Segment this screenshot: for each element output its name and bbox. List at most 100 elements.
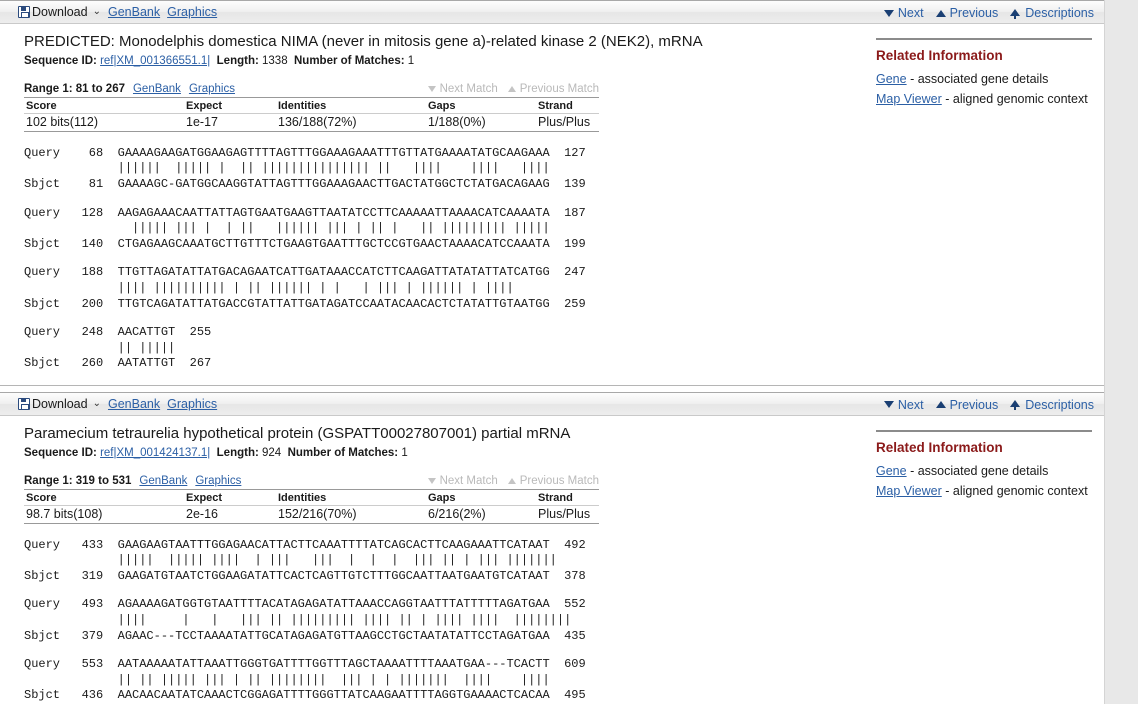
map-viewer-link-1[interactable]: Map Viewer bbox=[876, 92, 942, 106]
header-gaps: Gaps bbox=[426, 488, 536, 506]
alignment-2: Query 433 GAAGAAGTAATTTGGAGAACATTACTTCAA… bbox=[24, 538, 862, 704]
result-panel-2: Paramecium tetraurelia hypothetical prot… bbox=[0, 416, 1104, 704]
alignment-subject-row: Sbjct 436 AACAACAATATCAAACTCGGAGATTTTGGG… bbox=[24, 688, 586, 703]
header-strand: Strand bbox=[536, 96, 599, 114]
descriptions-label: Descriptions bbox=[1025, 397, 1094, 412]
toolbar-left-group-2: Download ⌄ GenBank Graphics bbox=[18, 397, 217, 411]
graphics-link-1[interactable]: Graphics bbox=[167, 5, 217, 19]
map-viewer-description-1: - aligned genomic context bbox=[945, 92, 1088, 106]
alignment-block: Query 493 AGAAAAGATGGTGTAATTTTACATAGAGAT… bbox=[24, 597, 862, 644]
alignment-subject-row: Sbjct 379 AGAAC---TCCTAAAATATTGCATAGAGAT… bbox=[24, 628, 586, 643]
download-label: Download bbox=[32, 5, 88, 19]
previous-label: Previous bbox=[949, 397, 999, 412]
genbank-link-1[interactable]: GenBank bbox=[108, 5, 160, 19]
previous-match-button-2[interactable]: Previous Match bbox=[507, 475, 599, 487]
alignment-block: Query 188 TTGTTAGATATTATGACAGAATCATTGATA… bbox=[24, 265, 862, 312]
page-right-gutter bbox=[1104, 0, 1138, 704]
result-panel-1: PREDICTED: Monodelphis domestica NIMA (n… bbox=[0, 24, 1104, 385]
match-nav-2: Next Match Previous Match bbox=[427, 474, 599, 487]
alignment-block: Query 433 GAAGAAGTAATTTGGAGAACATTACTTCAA… bbox=[24, 538, 862, 585]
sequence-id-link-1[interactable]: ref|XM_001366551.1| bbox=[100, 55, 210, 67]
sequence-info-2: Sequence ID: ref|XM_001424137.1| Length:… bbox=[24, 447, 862, 459]
length-value-1: 1338 bbox=[262, 54, 288, 67]
range-label-2: Range 1: 319 to 531 bbox=[24, 474, 132, 487]
score-table-row: 102 bits(112) 1e-17 136/188(72%) 1/188(0… bbox=[24, 113, 599, 132]
related-information-panel-1: Related Information Gene - associated ge… bbox=[862, 24, 1104, 385]
triangle-down-dim-icon bbox=[427, 477, 436, 484]
result-title-2: Paramecium tetraurelia hypothetical prot… bbox=[24, 424, 571, 442]
header-identities: Identities bbox=[276, 488, 426, 506]
alignment-subject-row: Sbjct 319 GAAGATGTAATCTGGAAGATATTCACTCAG… bbox=[24, 568, 586, 583]
graphics-link-2[interactable]: Graphics bbox=[167, 397, 217, 411]
related-information-title-2: Related Information bbox=[876, 439, 1003, 455]
previous-label: Previous bbox=[949, 6, 999, 20]
result-title-1: PREDICTED: Monodelphis domestica NIMA (n… bbox=[24, 33, 703, 50]
download-button-1[interactable]: Download ⌄ bbox=[18, 5, 101, 19]
value-expect-2: 2e-16 bbox=[184, 505, 276, 524]
sequence-info-1: Sequence ID: ref|XM_001366551.1| Length:… bbox=[24, 55, 862, 67]
result-main-2: Paramecium tetraurelia hypothetical prot… bbox=[0, 416, 862, 704]
save-disk-icon bbox=[18, 397, 30, 410]
header-expect: Expect bbox=[184, 96, 276, 114]
alignment-match-row: |||||| ||||| | || ||||||||||||||| || |||… bbox=[24, 161, 550, 176]
descriptions-label: Descriptions bbox=[1025, 6, 1094, 20]
gene-row-2: Gene - associated gene details bbox=[876, 461, 1092, 481]
value-identities-2: 152/216(70%) bbox=[276, 505, 426, 524]
result-toolbar-2: Download ⌄ GenBank Graphics Next Previou… bbox=[0, 391, 1104, 417]
previous-button-1[interactable]: Previous bbox=[935, 6, 999, 20]
triangle-up-dim-icon bbox=[507, 477, 516, 484]
alignment-query-row: Query 248 AACATTGT 255 bbox=[24, 325, 212, 340]
save-disk-icon bbox=[18, 6, 30, 18]
range-graphics-link-2[interactable]: Graphics bbox=[195, 475, 241, 487]
range-graphics-link-1[interactable]: Graphics bbox=[189, 83, 235, 95]
next-match-label: Next Match bbox=[439, 82, 498, 95]
alignment-block: Query 248 AACATTGT 255 || ||||| Sbjct 260… bbox=[24, 325, 862, 372]
alignment-subject-row: Sbjct 200 TTGTCAGATATTATGACCGTATTATTGATA… bbox=[24, 296, 586, 311]
alignment-match-row: ||||| ||| | | || |||||| ||| | || | || ||… bbox=[24, 221, 550, 236]
descriptions-button-2[interactable]: Descriptions bbox=[1010, 398, 1094, 412]
range-genbank-link-1[interactable]: GenBank bbox=[133, 83, 181, 95]
download-button-2[interactable]: Download ⌄ bbox=[18, 397, 101, 411]
chevron-down-icon: ⌄ bbox=[92, 397, 101, 409]
descriptions-button-1[interactable]: Descriptions bbox=[1010, 6, 1094, 20]
anchor-up-icon bbox=[1010, 399, 1021, 411]
next-match-label: Next Match bbox=[439, 474, 498, 487]
header-expect: Expect bbox=[184, 488, 276, 506]
next-match-button-2[interactable]: Next Match bbox=[427, 474, 498, 487]
next-button-1[interactable]: Next bbox=[883, 6, 924, 20]
alignment-query-row: Query 433 GAAGAAGTAATTTGGAGAACATTACTTCAA… bbox=[24, 537, 586, 552]
map-viewer-row-1: Map Viewer - aligned genomic context bbox=[876, 89, 1092, 109]
next-match-button-1[interactable]: Next Match bbox=[427, 82, 498, 95]
score-table-header-row: Score Expect Identities Gaps Strand bbox=[24, 488, 599, 506]
value-strand-2: Plus/Plus bbox=[536, 505, 599, 524]
value-score-1: 102 bits(112) bbox=[24, 113, 184, 132]
alignment-1: Query 68 GAAAAGAAGATGGAAGAGTTTTAGTTTGGAA… bbox=[24, 146, 862, 372]
gene-row-1: Gene - associated gene details bbox=[876, 69, 1092, 89]
header-gaps: Gaps bbox=[426, 96, 536, 114]
previous-match-button-1[interactable]: Previous Match bbox=[507, 82, 599, 95]
map-viewer-row-2: Map Viewer - aligned genomic context bbox=[876, 481, 1092, 501]
side-divider bbox=[876, 38, 1092, 40]
triangle-down-icon bbox=[883, 401, 894, 409]
next-button-2[interactable]: Next bbox=[883, 398, 924, 412]
range-genbank-link-2[interactable]: GenBank bbox=[139, 475, 187, 487]
sequence-id-label: Sequence ID: bbox=[24, 54, 97, 67]
previous-button-2[interactable]: Previous bbox=[935, 397, 999, 412]
num-matches-value-2: 1 bbox=[401, 446, 408, 459]
gene-link-1[interactable]: Gene bbox=[876, 72, 907, 86]
num-matches-label: Number of Matches: bbox=[287, 446, 399, 459]
gene-link-2[interactable]: Gene bbox=[876, 464, 907, 478]
triangle-down-icon bbox=[883, 9, 894, 17]
range-label-1: Range 1: 81 to 267 bbox=[24, 82, 125, 95]
previous-match-label: Previous Match bbox=[519, 82, 599, 95]
alignment-subject-row: Sbjct 81 GAAAAGC-GATGGCAAGGTATTAGTTTGGAA… bbox=[24, 176, 586, 191]
value-score-2: 98.7 bits(108) bbox=[24, 505, 184, 524]
alignment-query-row: Query 493 AGAAAAGATGGTGTAATTTTACATAGAGAT… bbox=[24, 597, 586, 612]
alignment-match-row: || || ||||| ||| | || |||||||| ||| | | ||… bbox=[24, 672, 550, 687]
genbank-link-2[interactable]: GenBank bbox=[108, 397, 160, 411]
sequence-id-link-2[interactable]: ref|XM_001424137.1| bbox=[100, 447, 210, 459]
map-viewer-link-2[interactable]: Map Viewer bbox=[876, 484, 942, 498]
toolbar-right-group-2: Next Previous Descriptions bbox=[883, 393, 1094, 417]
length-value-2: 924 bbox=[262, 446, 282, 459]
match-nav-1: Next Match Previous Match bbox=[427, 82, 599, 95]
